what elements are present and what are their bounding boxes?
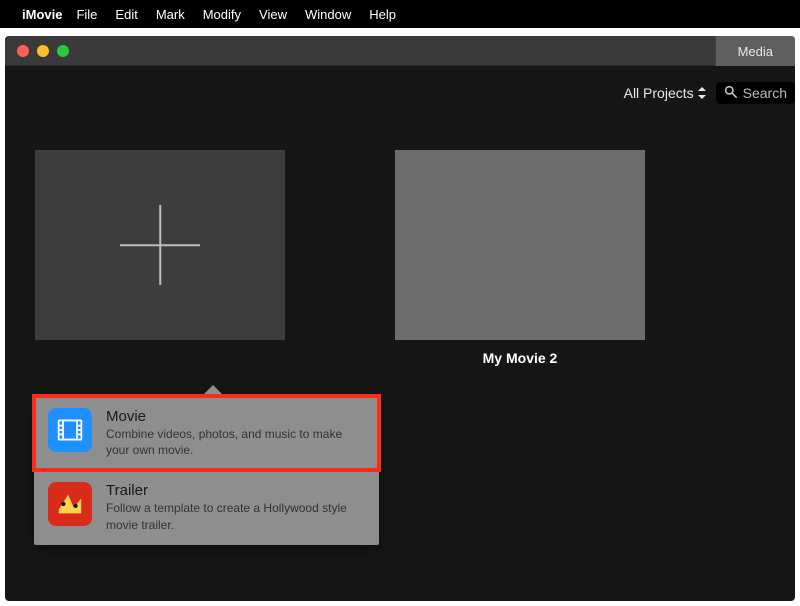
create-trailer-text: Trailer Follow a template to create a Ho… — [106, 482, 365, 532]
popover-arrow-icon — [202, 385, 224, 396]
create-movie-text: Movie Combine videos, photos, and music … — [106, 408, 365, 458]
app-name[interactable]: iMovie — [22, 7, 62, 22]
updown-caret-icon — [698, 87, 706, 99]
projects-filter-dropdown[interactable]: All Projects — [624, 85, 706, 101]
create-trailer-option[interactable]: Trailer Follow a template to create a Ho… — [34, 470, 379, 544]
menu-mark[interactable]: Mark — [156, 7, 185, 22]
search-box[interactable]: Search — [716, 82, 795, 104]
imovie-window: Media All Projects Search My — [5, 36, 795, 601]
create-trailer-title: Trailer — [106, 482, 365, 499]
menu-help[interactable]: Help — [369, 7, 396, 22]
macos-menubar: iMovie File Edit Mark Modify View Window… — [0, 0, 800, 28]
menu-view[interactable]: View — [259, 7, 287, 22]
menu-file[interactable]: File — [76, 7, 97, 22]
projects-filter-label: All Projects — [624, 85, 694, 101]
create-new-tile[interactable] — [35, 150, 285, 340]
create-trailer-desc: Follow a template to create a Hollywood … — [106, 500, 365, 532]
create-new-popover: Movie Combine videos, photos, and music … — [34, 396, 379, 545]
menu-modify[interactable]: Modify — [203, 7, 241, 22]
project-title: My Movie 2 — [483, 350, 558, 366]
plus-icon — [120, 205, 200, 285]
menu-window[interactable]: Window — [305, 7, 351, 22]
toolbar: All Projects Search — [5, 66, 795, 120]
window-titlebar: Media — [5, 36, 795, 66]
project-item[interactable]: My Movie 2 — [395, 150, 645, 366]
create-movie-title: Movie — [106, 408, 365, 425]
create-movie-desc: Combine videos, photos, and music to mak… — [106, 426, 365, 458]
close-window-button[interactable] — [17, 45, 29, 57]
minimize-window-button[interactable] — [37, 45, 49, 57]
create-movie-option[interactable]: Movie Combine videos, photos, and music … — [34, 396, 379, 470]
window-controls — [17, 45, 69, 57]
trailer-icon — [48, 482, 92, 526]
search-placeholder: Search — [743, 85, 787, 101]
search-icon — [724, 85, 737, 101]
project-thumbnail[interactable] — [395, 150, 645, 340]
movie-icon — [48, 408, 92, 452]
menu-edit[interactable]: Edit — [115, 7, 137, 22]
media-tab[interactable]: Media — [715, 36, 795, 66]
zoom-window-button[interactable] — [57, 45, 69, 57]
